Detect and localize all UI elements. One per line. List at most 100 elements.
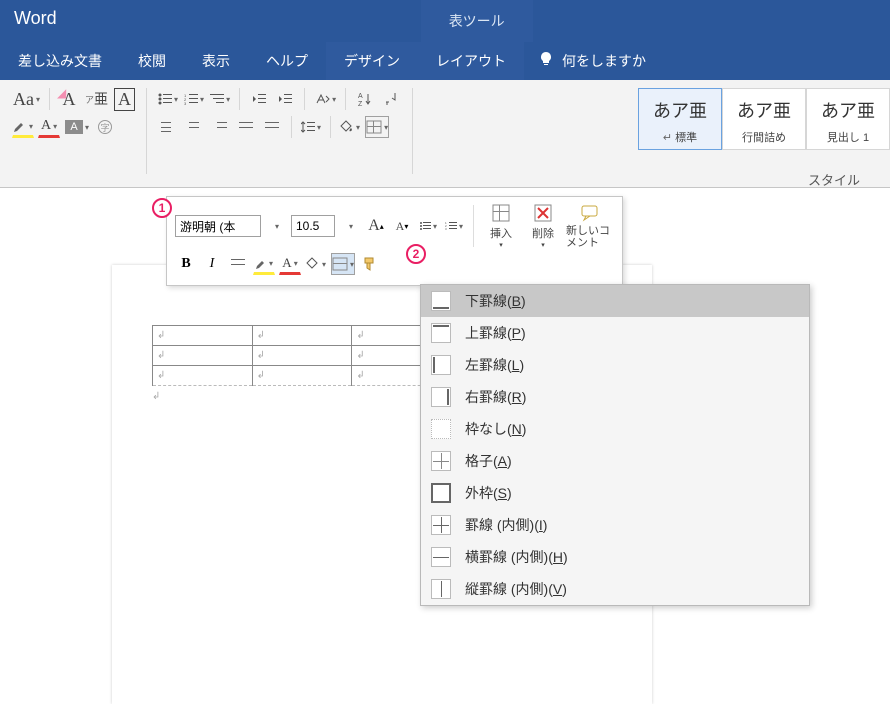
- bold-button[interactable]: B: [175, 253, 197, 275]
- border-menu-label: 縦罫線 (内側)(V): [465, 579, 567, 599]
- mini-numbering-button[interactable]: 123: [443, 215, 465, 237]
- svg-text:A: A: [358, 93, 363, 100]
- tell-me-search[interactable]: 何をしますか: [562, 51, 646, 71]
- style-sample: あア亜: [653, 97, 707, 123]
- border-menu-label: 格子(A): [465, 451, 512, 471]
- highlight-button[interactable]: [12, 116, 34, 138]
- border-icon: [431, 387, 451, 407]
- style-nospacing[interactable]: あア亜 行間詰め: [722, 88, 806, 150]
- style-normal[interactable]: あア亜 標準: [638, 88, 722, 150]
- border-menu-item-vinner[interactable]: 縦罫線 (内側)(V): [421, 573, 809, 605]
- style-name: 標準: [653, 129, 707, 145]
- style-sample: あア亜: [737, 97, 791, 123]
- mini-borders-button[interactable]: [331, 253, 355, 275]
- document-table[interactable]: ↲↲↲ ↲↲↲ ↲↲↲: [152, 325, 452, 386]
- title-bar: Word 表ツール: [0, 0, 890, 42]
- increase-indent-button[interactable]: [274, 88, 296, 110]
- mini-font-color-button[interactable]: A: [279, 253, 301, 275]
- borders-button[interactable]: [365, 116, 389, 138]
- border-menu-item-inner[interactable]: 罫線 (内側)(I): [421, 509, 809, 541]
- show-marks-button[interactable]: [380, 88, 402, 110]
- border-menu-item-outer[interactable]: 外枠(S): [421, 477, 809, 509]
- border-icon: [431, 419, 451, 439]
- shrink-font-button[interactable]: A▾: [391, 215, 413, 237]
- border-menu-label: 下罫線(B): [465, 291, 526, 311]
- delete-button[interactable]: 削除▾: [524, 203, 562, 249]
- distributed-button[interactable]: [261, 116, 283, 138]
- tab-help[interactable]: ヘルプ: [248, 42, 326, 80]
- new-comment-label: 新しいコメント: [566, 225, 614, 249]
- font-color-button[interactable]: A: [38, 116, 60, 138]
- enclose-characters-button[interactable]: 字: [94, 116, 116, 138]
- annotation-1: 1: [152, 198, 172, 218]
- asian-layout-button[interactable]: [313, 88, 337, 110]
- font-size-dropdown[interactable]: [339, 215, 361, 237]
- font-name-input[interactable]: [175, 215, 261, 237]
- mini-toolbar: A▴ A▾ 123 挿入▾ 削除▾ 新しいコメント B I A: [166, 196, 623, 286]
- styles-gallery[interactable]: あア亜 標準 あア亜 行間詰め あア亜 見出し 1: [638, 88, 890, 150]
- border-menu-item-left[interactable]: 左罫線(L): [421, 349, 809, 381]
- border-menu-label: 左罫線(L): [465, 355, 524, 375]
- bullets-button[interactable]: [157, 88, 179, 110]
- format-painter-button[interactable]: [359, 253, 381, 275]
- svg-text:3: 3: [445, 227, 447, 231]
- style-name: 行間詰め: [737, 129, 791, 145]
- table-cell: ↲: [252, 366, 352, 386]
- annotation-2: 2: [406, 244, 426, 264]
- align-right-button[interactable]: [209, 116, 231, 138]
- grow-font-button[interactable]: A▴: [365, 215, 387, 237]
- lightbulb-icon: [538, 51, 554, 72]
- italic-button[interactable]: I: [201, 253, 223, 275]
- numbering-button[interactable]: 123: [183, 88, 205, 110]
- multilevel-list-button[interactable]: [209, 88, 231, 110]
- borders-menu: 下罫線(B) 上罫線(P) 左罫線(L) 右罫線(R) 枠なし(N) 格子(A) 外枠(S)…: [420, 284, 810, 606]
- character-border-button[interactable]: A: [113, 88, 136, 110]
- style-heading1[interactable]: あア亜 見出し 1: [806, 88, 890, 150]
- border-menu-item-bottom[interactable]: 下罫線(B): [421, 285, 809, 317]
- phonetic-guide-button[interactable]: ア亜: [84, 88, 109, 110]
- mini-highlight-button[interactable]: [253, 253, 275, 275]
- svg-text:Z: Z: [358, 101, 363, 106]
- insert-button[interactable]: 挿入▾: [482, 203, 520, 249]
- change-case-button[interactable]: Aa: [12, 88, 41, 110]
- tab-mailmerge[interactable]: 差し込み文書: [0, 42, 120, 80]
- tab-design[interactable]: デザイン: [326, 42, 418, 80]
- shading-button[interactable]: [339, 116, 361, 138]
- contextual-tab-title: 表ツール: [421, 0, 533, 42]
- table-cell: ↲: [153, 346, 253, 366]
- border-menu-label: 枠なし(N): [465, 419, 526, 439]
- border-menu-item-top[interactable]: 上罫線(P): [421, 317, 809, 349]
- svg-text:3: 3: [184, 101, 187, 105]
- border-menu-label: 横罫線 (内側)(H): [465, 547, 568, 567]
- align-center-button[interactable]: [183, 116, 205, 138]
- character-shading-button[interactable]: A: [64, 116, 90, 138]
- border-menu-item-grid[interactable]: 格子(A): [421, 445, 809, 477]
- mini-bullets-button[interactable]: [417, 215, 439, 237]
- ribbon: Aa A◢ ア亜 A A A 字 123 AZ: [0, 80, 890, 188]
- line-spacing-button[interactable]: [300, 116, 322, 138]
- border-menu-label: 外枠(S): [465, 483, 512, 503]
- tab-view[interactable]: 表示: [184, 42, 248, 80]
- app-title: Word: [0, 0, 71, 37]
- table-cell: ↲: [252, 346, 352, 366]
- tab-review[interactable]: 校閲: [120, 42, 184, 80]
- font-size-input[interactable]: [291, 215, 335, 237]
- mini-shading-button[interactable]: [305, 253, 327, 275]
- border-menu-label: 上罫線(P): [465, 323, 526, 343]
- mini-align-button[interactable]: [227, 253, 249, 275]
- clear-formatting-button[interactable]: A◢: [58, 88, 80, 110]
- style-sample: あア亜: [821, 97, 875, 123]
- justify-button[interactable]: [235, 116, 257, 138]
- sort-button[interactable]: AZ: [354, 88, 376, 110]
- align-left-button[interactable]: [157, 116, 179, 138]
- border-menu-item-none[interactable]: 枠なし(N): [421, 413, 809, 445]
- insert-label: 挿入: [490, 225, 512, 241]
- font-name-dropdown[interactable]: [265, 215, 287, 237]
- border-menu-item-right[interactable]: 右罫線(R): [421, 381, 809, 413]
- border-menu-label: 罫線 (内側)(I): [465, 515, 547, 535]
- border-menu-item-hinner[interactable]: 横罫線 (内側)(H): [421, 541, 809, 573]
- tab-layout[interactable]: レイアウト: [418, 42, 524, 80]
- border-icon: [431, 291, 451, 311]
- decrease-indent-button[interactable]: [248, 88, 270, 110]
- new-comment-button[interactable]: 新しいコメント: [566, 203, 614, 249]
